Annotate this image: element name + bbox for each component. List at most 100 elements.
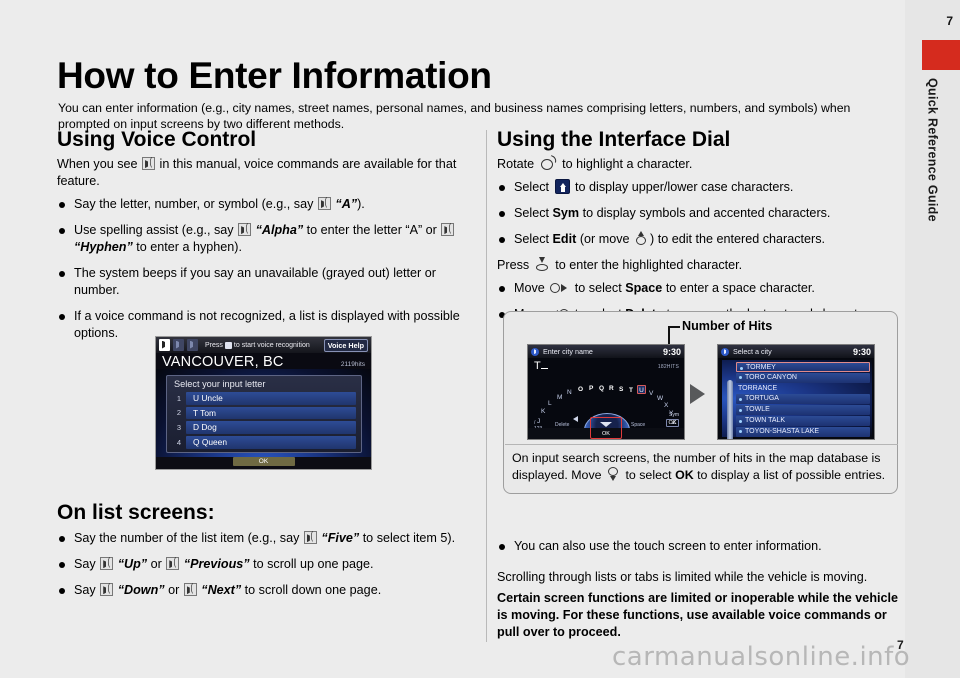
dial-down-icon: [607, 467, 620, 483]
ok-label[interactable]: OK: [666, 419, 679, 427]
row-label[interactable]: U Uncle: [186, 392, 356, 405]
voice-command-icon: [166, 557, 180, 571]
table-row[interactable]: 3 D Dog: [172, 421, 356, 434]
voice-command-icon: [100, 557, 114, 571]
callout-label: Number of Hits: [682, 319, 773, 333]
list-item: Select Sym to display symbols and accent…: [497, 205, 907, 222]
table-row[interactable]: 2 T Tom: [172, 406, 356, 420]
list-item: Select to display upper/lower case chara…: [497, 179, 907, 196]
press-text: to enter the highlighted character.: [555, 258, 743, 273]
table-row[interactable]: 1 U Uncle: [172, 392, 356, 405]
voice-command-icon: [183, 583, 197, 597]
list-item[interactable]: TORRANCE: [736, 384, 870, 394]
bullet-text-post: to display upper/lower case characters.: [575, 180, 794, 195]
watermark: carmanualsonline.info: [612, 642, 911, 672]
bullet-text: Say the number of the list item (e.g., s…: [74, 531, 300, 546]
voice-command-icon: [441, 223, 455, 237]
list-item: Move to select Space to enter a space ch…: [497, 280, 907, 297]
input-letter-dialog: Select your input letter 1 U Uncle 2 T T…: [166, 375, 362, 453]
list-item: Say the number of the list item (e.g., s…: [57, 530, 472, 547]
bullet-text-mid: to enter the letter “A” or: [306, 223, 437, 238]
bullet-text: Use spelling assist (e.g., say: [74, 223, 234, 238]
voice-phrase: “Previous”: [183, 557, 250, 572]
bullet-text-mid: (or move: [579, 232, 630, 247]
sym-label[interactable]: Sym: [669, 412, 679, 418]
scrollbar[interactable]: [727, 380, 733, 439]
callout-leader-line: [668, 326, 680, 328]
city-result-list: TORMEY TORO CANYON TORRANCE TORTUGA TOWL…: [722, 360, 872, 439]
bullet-text: The system beeps if you say an unavailab…: [74, 266, 436, 298]
press-label: Press: [497, 258, 530, 273]
row-label[interactable]: T Tom: [186, 406, 356, 420]
voice-phrase: “Hyphen”: [74, 240, 133, 255]
number-of-hits-callout: Number of Hits Enter city name 9:30 T 18…: [503, 311, 898, 494]
voice-phrase: “Down”: [117, 583, 165, 598]
row-label[interactable]: Q Queen: [186, 436, 356, 449]
list-item[interactable]: TOYON-SHASTA LAKE: [736, 426, 870, 437]
list-item[interactable]: TORTUGA: [736, 394, 870, 405]
voice-help-button[interactable]: Voice Help: [323, 338, 368, 352]
warning-note: Certain screen functions are limited or …: [497, 591, 899, 640]
section-tab-label: Quick Reference Guide: [905, 78, 960, 298]
list-item: Say “Down” or “Next” to scroll down one …: [57, 582, 472, 599]
voice-intro-paragraph: When you see in this manual, voice comma…: [57, 156, 472, 190]
column-divider: [486, 130, 487, 642]
voice-recognition-screenshot: Press to start voice recognition Voice H…: [155, 336, 372, 470]
row-number: 2: [176, 408, 182, 418]
page-title: How to Enter Information: [57, 54, 492, 96]
list-item: Select Edit (or move ) to edit the enter…: [497, 231, 907, 248]
mini-status-bar: Select a city 9:30: [718, 345, 874, 358]
callout-caption: On input search screens, the number of h…: [512, 450, 890, 484]
microphone-icon-dim: [187, 339, 198, 351]
list-item[interactable]: TORO CANYON: [736, 372, 870, 383]
voice-phrase: “A”: [335, 197, 358, 212]
rotate-label: Rotate: [497, 157, 535, 172]
list-item[interactable]: TOWLE: [736, 405, 870, 416]
bullet-text: Say the letter, number, or symbol (e.g.,…: [74, 197, 314, 212]
ok-button[interactable]: OK: [232, 457, 295, 466]
ok-button-label: OK: [675, 468, 694, 482]
ok-highlight-box: [590, 417, 622, 439]
voice-badge-icon: [531, 347, 539, 356]
section-tab-marker: [922, 40, 960, 70]
row-label[interactable]: D Dog: [186, 421, 356, 434]
voice-phrase: “Five”: [321, 531, 360, 546]
mini-status-bar: Enter city name 9:30: [528, 345, 684, 358]
list-item[interactable]: TOWN TALK: [736, 415, 870, 426]
selected-letter[interactable]: U: [637, 385, 646, 394]
bullet-text-post: to scroll up one page.: [253, 557, 374, 572]
list-screens-bullet-list: Say the number of the list item (e.g., s…: [57, 530, 472, 599]
row-number: 3: [176, 423, 182, 433]
list-item: Say the letter, number, or symbol (e.g.,…: [57, 196, 472, 213]
clock: 9:30: [662, 346, 681, 357]
bullet-text: Move: [514, 281, 545, 296]
typed-char: T: [534, 360, 541, 372]
bullet-text-post: to select item 5).: [362, 531, 456, 546]
table-row[interactable]: 4 Q Queen: [172, 436, 356, 449]
delete-arrow-icon: [573, 416, 578, 422]
dial-right-icon: [550, 282, 569, 295]
bullet-text-post: to enter a space character.: [665, 281, 815, 296]
touch-screen-bullet-list: You can also use the touch screen to ent…: [497, 538, 907, 555]
hits-counter: 182HITS: [657, 364, 679, 370]
caption-part-b: to select: [625, 468, 672, 482]
press-talk-hint: Press to start voice recognition: [205, 341, 321, 349]
footer-page-number: 7: [897, 638, 904, 652]
voice-phrase: “Next”: [201, 583, 242, 598]
row-number: 1: [176, 393, 182, 403]
voice-command-icon: [142, 157, 156, 171]
list-item: Use spelling assist (e.g., say “Alpha” t…: [57, 222, 472, 256]
dial-bullet-list: Select to display upper/lower case chara…: [497, 179, 907, 248]
microphone-icon: [159, 339, 170, 351]
voice-bullet-list: Say the letter, number, or symbol (e.g.,…: [57, 196, 472, 342]
list-item: The system beeps if you say an unavailab…: [57, 265, 472, 299]
press-label: Press: [205, 341, 223, 349]
list-item[interactable]: TORMEY: [736, 362, 870, 372]
space-button-label: Space: [625, 281, 663, 296]
press-instruction: Press to enter the highlighted character…: [497, 257, 907, 274]
hits-counter: 2119hits: [340, 361, 365, 368]
dial-press-icon: [535, 257, 550, 272]
scrolling-note: Scrolling through lists or tabs is limit…: [497, 570, 868, 585]
select-a-city-screenshot: Select a city 9:30 TORMEY TORO CANYON TO…: [717, 344, 875, 440]
heading-using-voice-control: Using Voice Control: [57, 128, 257, 151]
